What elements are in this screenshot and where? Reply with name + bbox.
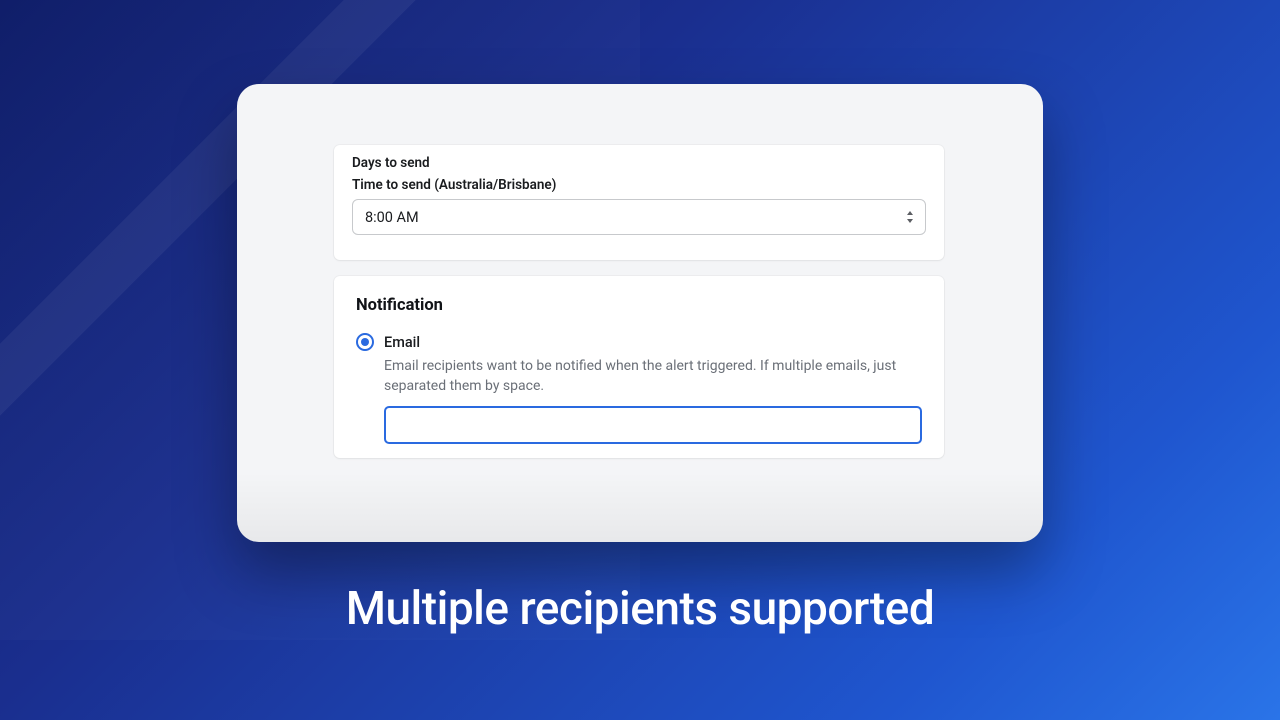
time-to-send-label: Time to send (Australia/Brisbane) [352, 177, 926, 193]
promo-headline: Multiple recipients supported [0, 582, 1280, 636]
promo-background: Days to send Time to send (Australia/Bri… [0, 0, 1280, 720]
notification-title: Notification [356, 296, 922, 315]
schedule-panel: Days to send Time to send (Australia/Bri… [334, 145, 944, 260]
email-radio[interactable] [356, 333, 374, 351]
days-to-send-label: Days to send [352, 155, 926, 171]
email-radio-label: Email [384, 334, 420, 351]
time-to-send-value: 8:00 AM [365, 209, 419, 226]
select-caret-icon [905, 210, 915, 224]
email-recipients-input[interactable] [384, 406, 922, 444]
notification-panel: Notification Email Email recipients want… [334, 276, 944, 458]
time-to-send-select[interactable]: 8:00 AM [352, 199, 926, 235]
card-bottom-fade [237, 472, 1043, 542]
settings-card: Days to send Time to send (Australia/Bri… [237, 84, 1043, 542]
notification-option-email-row: Email [356, 333, 922, 351]
email-help-text: Email recipients want to be notified whe… [384, 357, 922, 396]
